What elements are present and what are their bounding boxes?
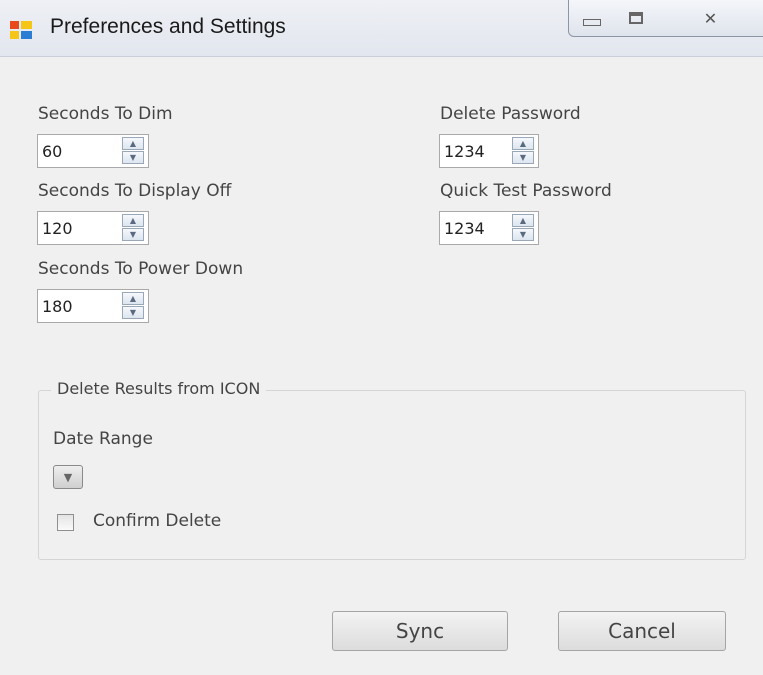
restore-icon: [629, 12, 643, 24]
delete-results-group: Delete Results from ICON Date Range ▼ Co…: [38, 379, 746, 560]
seconds-to-power-down-value[interactable]: 180: [42, 297, 73, 316]
quick-test-password-label: Quick Test Password: [440, 181, 612, 201]
close-button[interactable]: ✕: [658, 0, 763, 37]
minimize-button[interactable]: [568, 0, 616, 37]
spin-down-icon[interactable]: ▼: [512, 228, 534, 241]
seconds-to-power-down-label: Seconds To Power Down: [38, 259, 244, 279]
date-range-label: Date Range: [53, 429, 153, 449]
title-bar[interactable]: Preferences and Settings ✕: [0, 0, 763, 57]
app-icon: [10, 21, 32, 39]
close-icon: ✕: [703, 8, 718, 28]
seconds-to-display-off-spinner[interactable]: 120 ▲ ▼: [37, 211, 149, 245]
spin-down-icon[interactable]: ▼: [122, 306, 144, 319]
seconds-to-dim-spinner[interactable]: 60 ▲ ▼: [37, 134, 149, 168]
window-title: Preferences and Settings: [50, 15, 286, 38]
dialog-body: Seconds To Dim 60 ▲ ▼ Seconds To Display…: [8, 57, 763, 675]
cancel-button[interactable]: Cancel: [558, 611, 726, 651]
seconds-to-display-off-label: Seconds To Display Off: [38, 181, 232, 201]
spin-up-icon[interactable]: ▲: [512, 214, 534, 227]
seconds-to-dim-label: Seconds To Dim: [38, 104, 173, 124]
spin-up-icon[interactable]: ▲: [122, 292, 144, 305]
sync-button[interactable]: Sync: [332, 611, 508, 651]
spin-down-icon[interactable]: ▼: [122, 151, 144, 164]
seconds-to-display-off-value[interactable]: 120: [42, 219, 73, 238]
seconds-to-power-down-spinner[interactable]: 180 ▲ ▼: [37, 289, 149, 323]
spin-up-icon[interactable]: ▲: [512, 137, 534, 150]
delete-password-label: Delete Password: [440, 104, 581, 124]
minimize-icon: [583, 18, 601, 26]
quick-test-password-value[interactable]: 1234: [444, 219, 485, 238]
chevron-down-icon: ▼: [63, 470, 73, 484]
confirm-delete-label[interactable]: Confirm Delete: [93, 511, 221, 531]
spin-up-icon[interactable]: ▲: [122, 214, 144, 227]
spin-up-icon[interactable]: ▲: [122, 137, 144, 150]
delete-password-spinner[interactable]: 1234 ▲ ▼: [439, 134, 539, 168]
seconds-to-dim-value[interactable]: 60: [42, 142, 62, 161]
delete-results-group-title: Delete Results from ICON: [51, 379, 267, 398]
delete-password-value[interactable]: 1234: [444, 142, 485, 161]
quick-test-password-spinner[interactable]: 1234 ▲ ▼: [439, 211, 539, 245]
maximize-button[interactable]: [614, 0, 659, 37]
spin-down-icon[interactable]: ▼: [122, 228, 144, 241]
date-range-dropdown[interactable]: ▼: [53, 465, 83, 489]
window-controls: ✕: [568, 0, 763, 38]
confirm-delete-checkbox[interactable]: [57, 514, 74, 531]
spin-down-icon[interactable]: ▼: [512, 151, 534, 164]
